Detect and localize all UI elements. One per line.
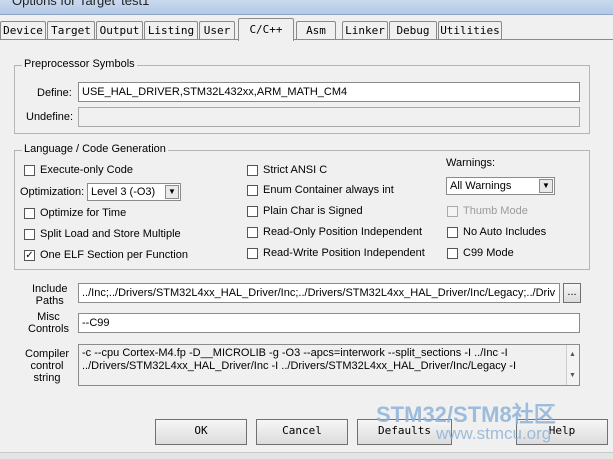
ok-button[interactable]: OK — [155, 419, 247, 445]
tab-strip-line — [0, 39, 613, 40]
no-auto-includes-option[interactable]: No Auto Includes — [447, 226, 546, 238]
tab-debug[interactable]: Debug — [389, 21, 437, 39]
compiler-string-box[interactable]: -c --cpu Cortex-M4.fp -D__MICROLIB -g -O… — [78, 344, 580, 386]
warnings-select[interactable]: All Warnings ▼ — [446, 177, 555, 195]
c99-mode-label: C99 Mode — [463, 247, 514, 259]
include-paths-label: Include Paths — [32, 283, 68, 307]
c99-mode-checkbox[interactable] — [447, 247, 458, 259]
enum-container-checkbox[interactable] — [247, 184, 258, 196]
chevron-down-icon[interactable]: ▼ — [165, 185, 179, 199]
tab-linker[interactable]: Linker — [342, 21, 388, 39]
one-elf-checkbox[interactable]: ✓ — [24, 249, 35, 261]
enum-container-option[interactable]: Enum Container always int — [247, 184, 394, 196]
undefine-label: Undefine: — [26, 111, 74, 123]
optimize-time-checkbox[interactable] — [24, 207, 35, 219]
thumb-mode-option: Thumb Mode — [447, 205, 528, 217]
include-paths-input[interactable]: ../Inc;../Drivers/STM32L4xx_HAL_Driver/I… — [78, 283, 560, 303]
rw-pi-option[interactable]: Read-Write Position Independent — [247, 247, 425, 259]
browse-include-paths-button[interactable]: ... — [563, 283, 581, 303]
ro-pi-checkbox[interactable] — [247, 226, 258, 238]
rw-pi-label: Read-Write Position Independent — [263, 247, 425, 259]
undefine-input[interactable] — [78, 107, 580, 127]
warnings-value: All Warnings — [450, 180, 512, 192]
define-label: Define: — [37, 87, 72, 99]
optimize-time-option[interactable]: Optimize for Time — [24, 207, 126, 219]
enum-container-label: Enum Container always int — [263, 184, 394, 196]
optimization-label: Optimization: — [20, 186, 85, 198]
compiler-string-line-1: -c --cpu Cortex-M4.fp -D__MICROLIB -g -O… — [82, 347, 508, 359]
strict-ansi-checkbox[interactable] — [247, 164, 258, 176]
tab-target[interactable]: Target — [47, 21, 95, 39]
no-auto-includes-label: No Auto Includes — [463, 226, 547, 238]
optimize-time-label: Optimize for Time — [40, 207, 127, 219]
tab-utilities[interactable]: Utilities — [438, 21, 502, 39]
strict-ansi-label: Strict ANSI C — [263, 164, 328, 176]
misc-controls-label: Misc Controls — [28, 311, 69, 335]
ro-pi-option[interactable]: Read-Only Position Independent — [247, 226, 422, 238]
tab-c-cpp[interactable]: C/C++ — [238, 18, 294, 41]
thumb-mode-label: Thumb Mode — [463, 205, 528, 217]
split-load-label: Split Load and Store Multiple — [40, 228, 181, 240]
define-input[interactable]: USE_HAL_DRIVER,STM32L432xx,ARM_MATH_CM4 — [78, 82, 580, 102]
optimization-select[interactable]: Level 3 (-O3) ▼ — [87, 183, 181, 201]
ro-pi-label: Read-Only Position Independent — [263, 226, 422, 238]
codegen-group-title: Language / Code Generation — [22, 143, 168, 155]
execute-only-option[interactable]: Execute-only Code — [24, 164, 133, 176]
title-bar: Options for Target 'test1' — [0, 0, 613, 15]
compiler-string-scrollbar[interactable]: ▲ ▼ — [566, 345, 579, 385]
window-title: Options for Target 'test1' — [12, 0, 152, 8]
plain-char-label: Plain Char is Signed — [263, 205, 363, 217]
c99-mode-option[interactable]: C99 Mode — [447, 247, 514, 259]
tab-strip: Device Target Output Listing User C/C++ … — [0, 18, 613, 41]
execute-only-checkbox[interactable] — [24, 164, 35, 176]
split-load-option[interactable]: Split Load and Store Multiple — [24, 228, 181, 240]
tab-device[interactable]: Device — [0, 21, 46, 39]
rw-pi-checkbox[interactable] — [247, 247, 258, 259]
chevron-down-icon[interactable]: ▼ — [539, 179, 553, 193]
warnings-label: Warnings: — [446, 157, 496, 169]
scroll-down-icon[interactable]: ▼ — [569, 369, 576, 382]
optimization-value: Level 3 (-O3) — [91, 186, 156, 198]
tab-output[interactable]: Output — [96, 21, 143, 39]
one-elf-option[interactable]: ✓ One ELF Section per Function — [24, 249, 188, 261]
execute-only-label: Execute-only Code — [40, 164, 133, 176]
misc-controls-input[interactable]: --C99 — [78, 313, 580, 333]
one-elf-label: One ELF Section per Function — [40, 249, 188, 261]
tab-asm[interactable]: Asm — [296, 21, 336, 39]
plain-char-option[interactable]: Plain Char is Signed — [247, 205, 363, 217]
strict-ansi-option[interactable]: Strict ANSI C — [247, 164, 327, 176]
compiler-string-line-2: ../Drivers/STM32L4xx_HAL_Driver/Inc -I .… — [82, 360, 517, 372]
tab-user[interactable]: User — [199, 21, 235, 39]
no-auto-includes-checkbox[interactable] — [447, 226, 458, 238]
plain-char-checkbox[interactable] — [247, 205, 258, 217]
thumb-mode-checkbox — [447, 205, 458, 217]
cancel-button[interactable]: Cancel — [256, 419, 348, 445]
compiler-string-label: Compiler control string — [25, 348, 70, 384]
tab-listing[interactable]: Listing — [144, 21, 198, 39]
watermark-url: www.stmcu.org — [436, 424, 552, 443]
preprocessor-group-title: Preprocessor Symbols — [22, 58, 137, 70]
split-load-checkbox[interactable] — [24, 228, 35, 240]
scroll-up-icon[interactable]: ▲ — [569, 348, 576, 361]
